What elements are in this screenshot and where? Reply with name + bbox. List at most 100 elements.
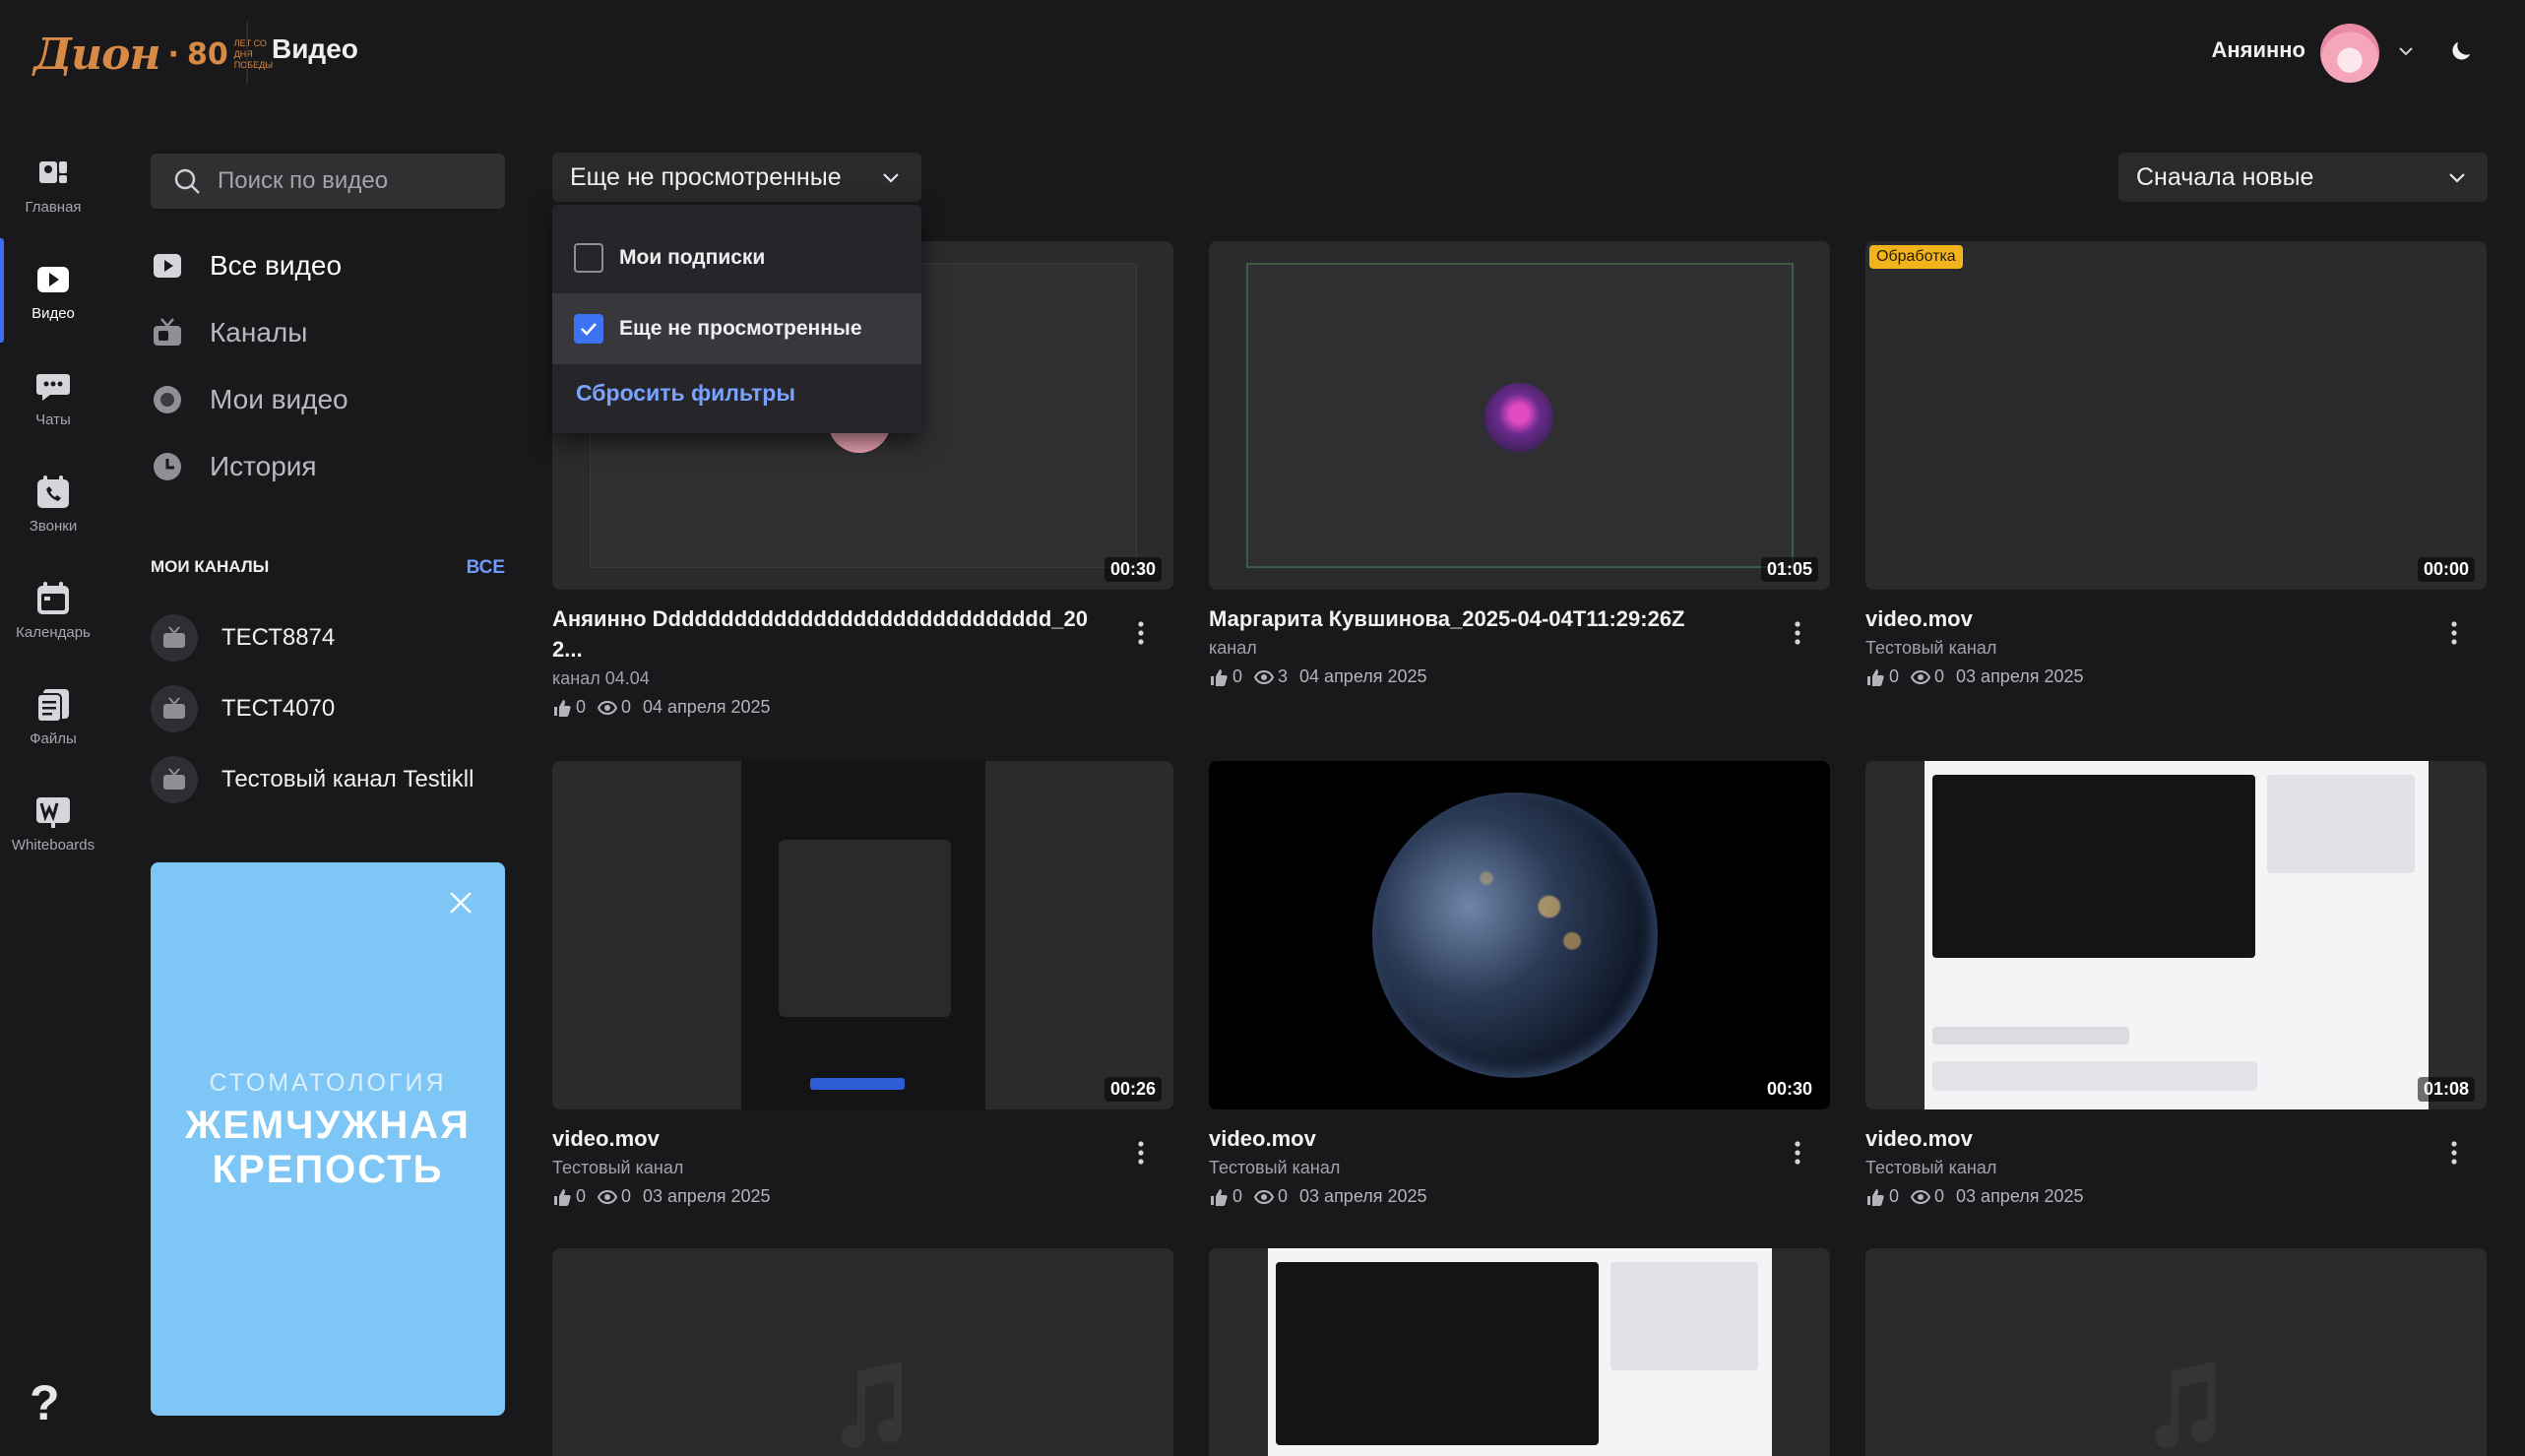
filter-value: Еще не просмотренные	[570, 162, 842, 191]
avatar[interactable]	[2320, 24, 2379, 83]
channel-item[interactable]: ТЕСТ4070	[151, 684, 335, 733]
channel-item[interactable]: ТЕСТ8874	[151, 613, 335, 663]
channel-name: ТЕСТ4070	[221, 695, 336, 722]
views-count: 0	[1934, 666, 1945, 686]
page-title: Видео	[272, 33, 358, 64]
video-channel[interactable]: канал 04.04	[552, 668, 1173, 689]
likes-count: 0	[1889, 1186, 1900, 1206]
rail-item-home[interactable]: Главная	[0, 148, 106, 242]
more-options-icon[interactable]	[1785, 1133, 1810, 1172]
web-screenshot-player	[1932, 775, 2255, 958]
user-name[interactable]: Аняинно	[2211, 37, 2305, 63]
clock-icon	[154, 453, 181, 480]
rail-item-whiteboards[interactable]: Whiteboards	[0, 786, 106, 880]
video-title[interactable]: video.mov	[1865, 1123, 2417, 1154]
channel-name: Тестовый канал Testikll	[221, 766, 474, 792]
moon-icon[interactable]	[2447, 37, 2475, 65]
more-options-icon[interactable]	[1785, 613, 1810, 653]
search-input[interactable]	[216, 166, 491, 196]
video-title[interactable]: video.mov	[552, 1123, 1104, 1154]
likes-count: 0	[1232, 1186, 1243, 1206]
video-channel[interactable]: Тестовый канал	[1209, 1158, 1830, 1178]
logo-tagline: ЛЕТ СО ДНЯ ПОБЕДЫ	[233, 37, 274, 70]
more-options-icon[interactable]	[1128, 1133, 1154, 1172]
nav-label: Мои видео	[210, 384, 348, 414]
video-card[interactable]: 01:08 video.mov Тестовый канал 0 0 03 ап…	[1865, 761, 2487, 1207]
more-options-icon[interactable]	[1128, 613, 1154, 653]
video-stats: 0 0 03 апреля 2025	[1209, 1186, 1830, 1207]
video-card[interactable]: 00:30 video.mov Тестовый канал 0 0 03 ап…	[1209, 761, 1830, 1207]
video-title[interactable]: video.mov	[1209, 1123, 1760, 1154]
web-screenshot-sidebar	[1610, 1262, 1758, 1370]
video-thumbnail[interactable]: 00:30	[1209, 761, 1830, 1109]
rail-item-calendar[interactable]: Календарь	[0, 573, 106, 667]
video-stats: 0 0 03 апреля 2025	[1865, 1186, 2487, 1207]
nav-item-history[interactable]: История	[151, 443, 317, 490]
app-logo[interactable]: Дион · 80 ЛЕТ СО ДНЯ ПОБЕДЫ	[33, 24, 273, 85]
nav-item-channels[interactable]: Каналы	[151, 309, 307, 356]
more-options-icon[interactable]	[2441, 613, 2467, 653]
rail-item-calls[interactable]: Звонки	[0, 467, 106, 561]
search-box	[151, 154, 505, 209]
video-thumbnail[interactable]: 01:08	[1865, 761, 2487, 1109]
rail-item-chats[interactable]: Чаты	[0, 360, 106, 455]
video-thumbnail[interactable]	[552, 1248, 1173, 1456]
video-card[interactable]	[552, 1248, 1173, 1456]
calendar-icon	[37, 582, 69, 614]
video-thumbnail[interactable]	[1865, 1248, 2487, 1456]
video-app: { "header": { "logo": {"word": "Дион", "…	[0, 0, 2525, 1456]
logo-number: 80	[186, 36, 228, 72]
eye-icon	[598, 1189, 618, 1204]
video-duration: 01:05	[1760, 557, 1818, 582]
views-count: 0	[621, 697, 632, 717]
filter-dropdown: Мои подписки Еще не просмотренные Сброси…	[552, 205, 921, 433]
sort-select[interactable]: Сначала новые	[2118, 153, 2488, 202]
like-icon	[1211, 668, 1228, 686]
video-title[interactable]: Маргарита Кувшинова_2025-04-04T11:29:26Z	[1209, 603, 1760, 634]
video-duration: 00:30	[1760, 1077, 1818, 1102]
video-card[interactable]	[1209, 1248, 1830, 1456]
logo-dot: ·	[167, 36, 179, 72]
video-date: 03 апреля 2025	[1956, 666, 2084, 686]
video-card[interactable]	[1865, 1248, 2487, 1456]
views-count: 3	[1278, 666, 1289, 686]
nav-item-my-videos[interactable]: Мои видео	[151, 376, 348, 423]
video-date: 03 апреля 2025	[1299, 1186, 1427, 1206]
video-thumbnail[interactable]	[1209, 1248, 1830, 1456]
video-card[interactable]: Обработка 00:00 video.mov Тестовый канал…	[1865, 241, 2487, 687]
more-options-icon[interactable]	[2441, 1133, 2467, 1172]
video-channel[interactable]: Тестовый канал	[1865, 1158, 2487, 1178]
video-channel[interactable]: Тестовый канал	[1865, 638, 2487, 659]
video-card[interactable]: 00:26 video.mov Тестовый канал 0 0 03 ап…	[552, 761, 1173, 1207]
video-thumbnail[interactable]: 01:05	[1209, 241, 1830, 590]
video-thumbnail[interactable]: 00:26	[552, 761, 1173, 1109]
filter-select[interactable]: Еще не просмотренные	[552, 153, 921, 202]
views-count: 0	[621, 1186, 632, 1206]
all-channels-link[interactable]: ВСЕ	[467, 557, 505, 579]
channel-item[interactable]: Тестовый канал Testikll	[151, 755, 473, 804]
rail-item-video[interactable]: Видео	[0, 254, 106, 348]
eye-icon	[1911, 669, 1931, 684]
filter-option-unwatched[interactable]: Еще не просмотренные	[552, 293, 921, 364]
checkbox[interactable]	[574, 243, 603, 273]
video-title[interactable]: Аняинно Dddddddddddddddddddddddddddddd_2…	[552, 603, 1104, 665]
video-title[interactable]: video.mov	[1865, 603, 2417, 634]
close-icon[interactable]	[446, 888, 475, 918]
video-channel[interactable]: Тестовый канал	[552, 1158, 1173, 1178]
help-button[interactable]: ?	[30, 1374, 60, 1431]
video-date: 04 апреля 2025	[643, 697, 771, 717]
rail-item-files[interactable]: Файлы	[0, 679, 106, 774]
video-thumbnail[interactable]: Обработка 00:00	[1865, 241, 2487, 590]
header-divider	[246, 22, 248, 85]
promo-banner[interactable]: СТОМАТОЛОГИЯ ЖЕМЧУЖНАЯ КРЕПОСТЬ	[151, 862, 505, 1416]
earth-image	[1372, 792, 1658, 1078]
reset-filters-button[interactable]: Сбросить фильтры	[552, 368, 921, 417]
checkbox-checked[interactable]	[574, 314, 603, 344]
video-channel[interactable]: канал	[1209, 638, 1830, 659]
nav-item-all-videos[interactable]: Все видео	[151, 242, 342, 289]
whiteboard-icon	[36, 797, 70, 828]
chevron-down-icon[interactable]	[2394, 39, 2418, 63]
nav-label: Все видео	[210, 250, 343, 281]
filter-option-subscriptions[interactable]: Мои подписки	[552, 222, 921, 293]
video-card[interactable]: 01:05 Маргарита Кувшинова_2025-04-04T11:…	[1209, 241, 1830, 687]
